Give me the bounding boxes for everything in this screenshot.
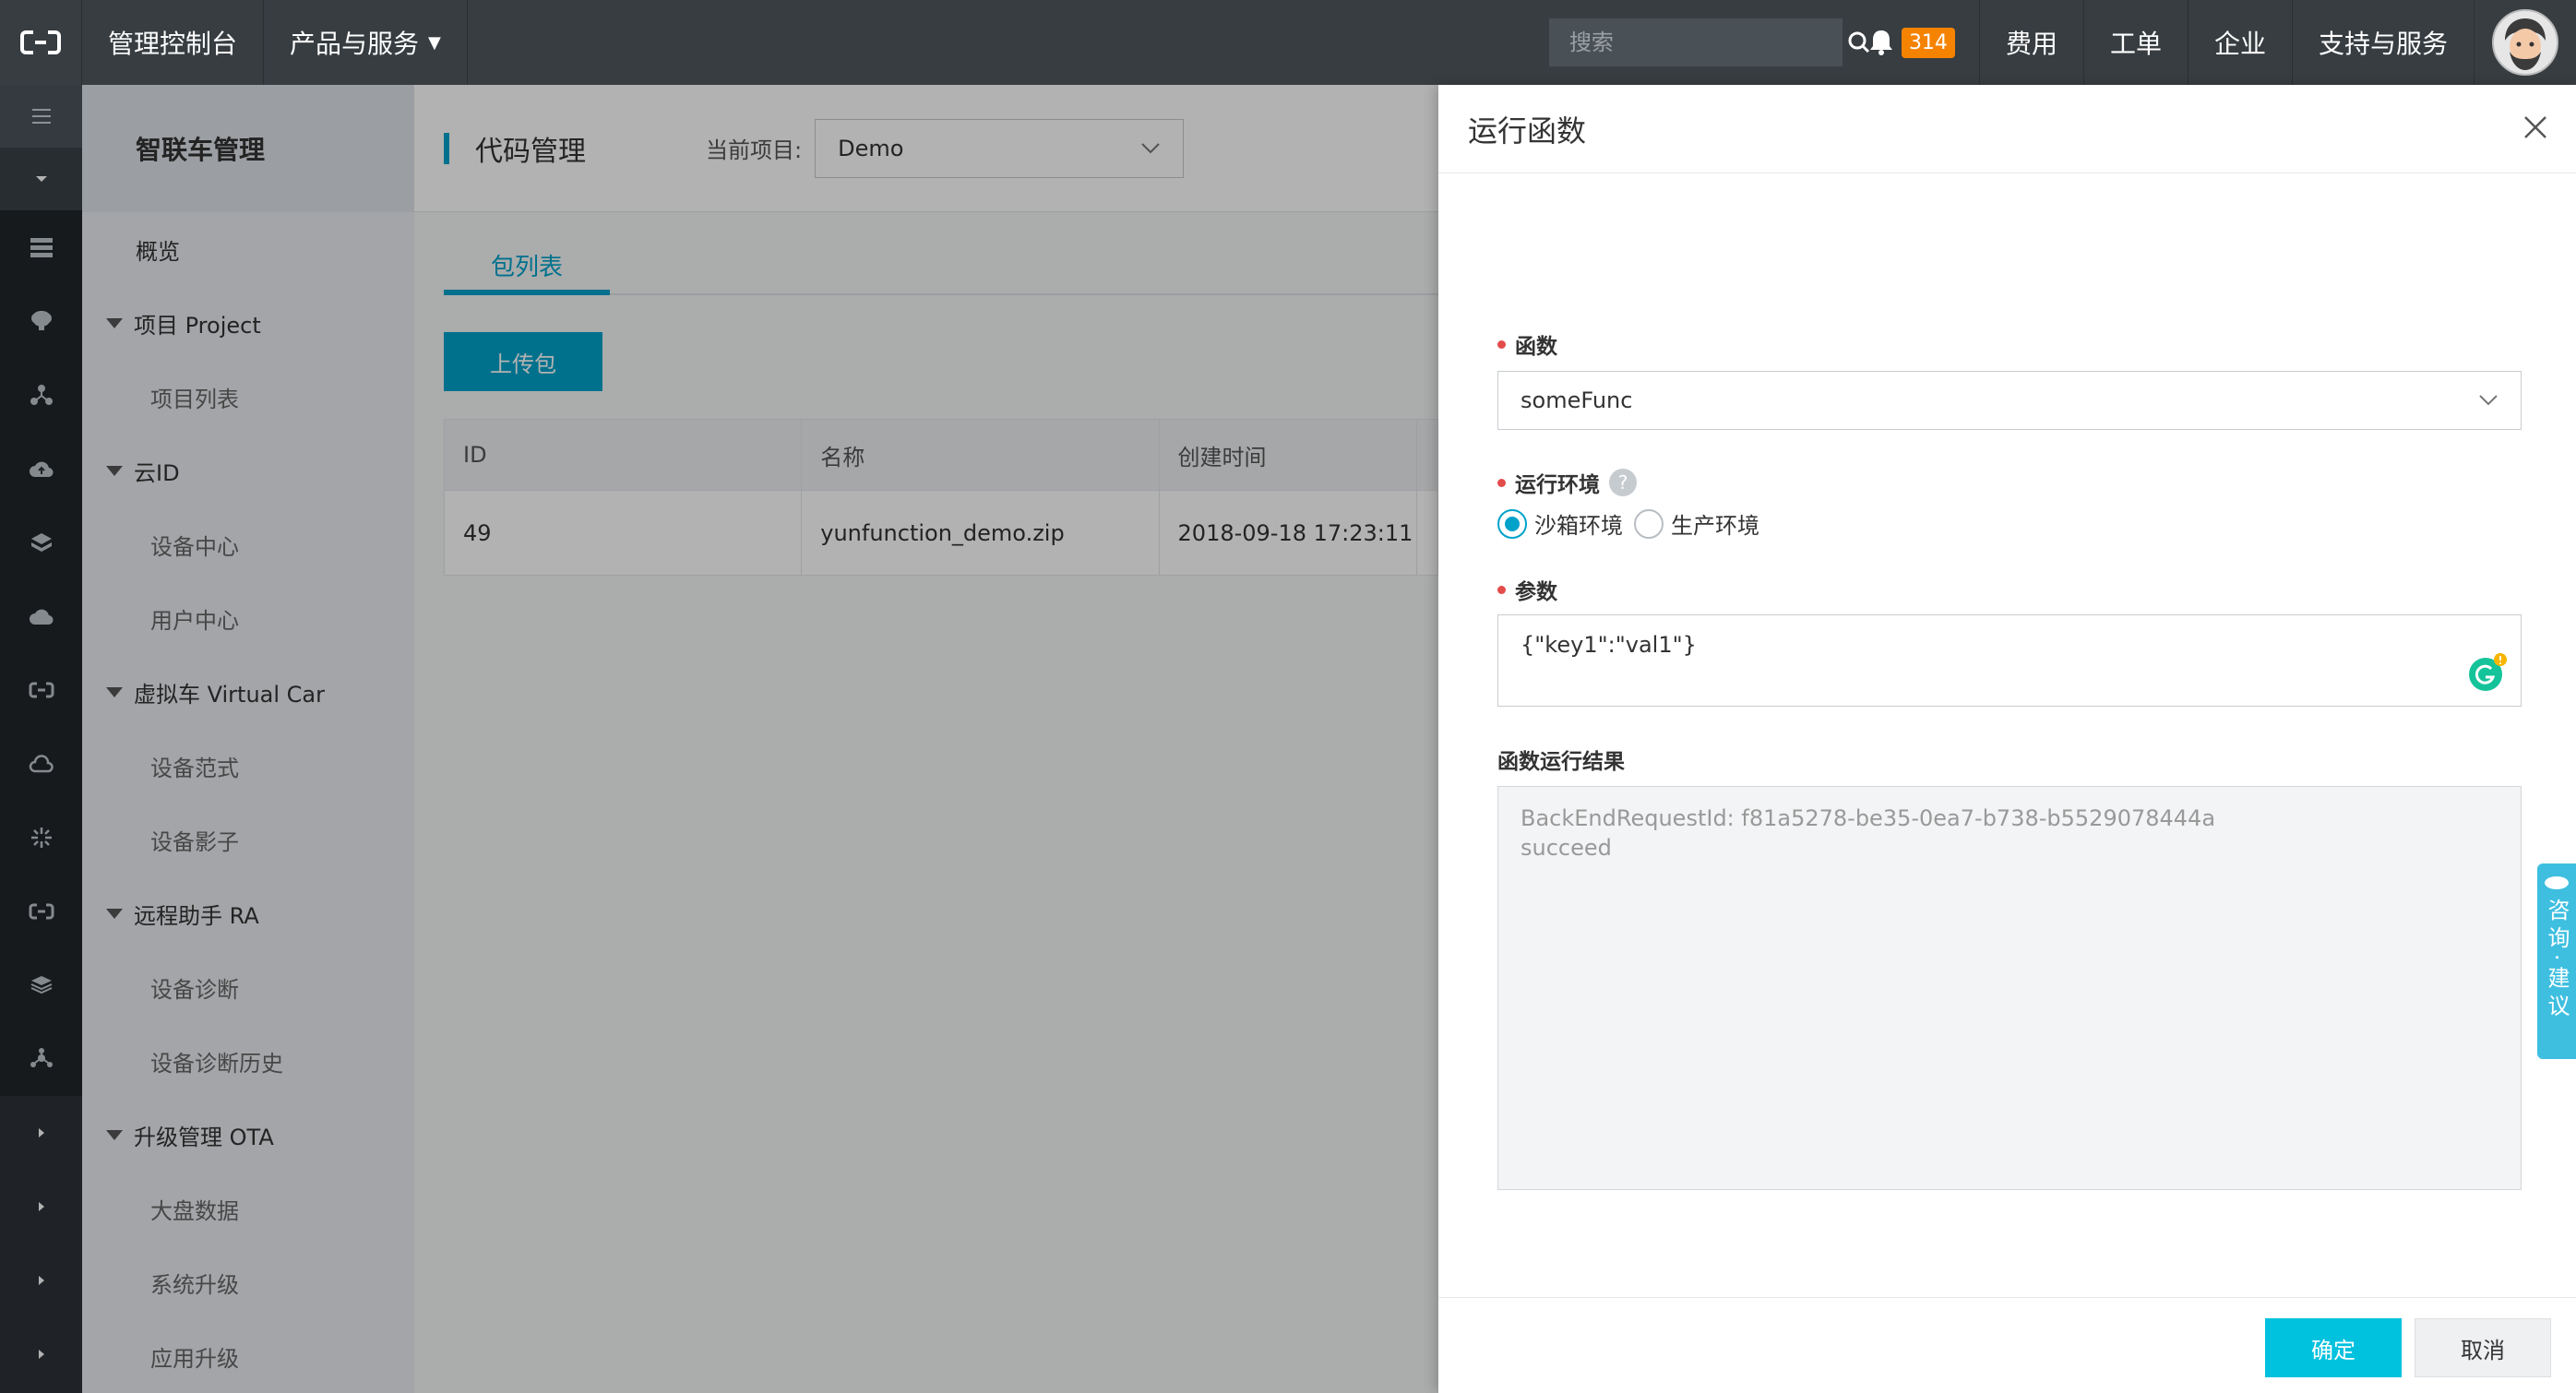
products-label: 产品与服务 [290, 29, 420, 59]
consult-feedback-tab[interactable]: 咨询·建议 [2537, 863, 2576, 1059]
chevron-down-icon [2479, 395, 2498, 406]
top-bar: 管理控制台 产品与服务 ▼ 314 费用 工单 企业 支持与服务 [0, 0, 2576, 85]
radio-sandbox[interactable] [1497, 508, 1527, 539]
modal-overlay[interactable] [0, 85, 1438, 1393]
close-icon[interactable] [2522, 114, 2548, 144]
help-icon[interactable]: ? [1609, 469, 1637, 496]
notification-badge: 314 [1901, 27, 1955, 58]
result-status: succeed [1521, 835, 1612, 861]
topbar-link-label: 工单 [2109, 29, 2162, 59]
function-select[interactable]: someFunc [1497, 371, 2522, 430]
result-request-id: BackEndRequestId: f81a5278-be35-0ea7-b73… [1521, 805, 2216, 831]
required-dot-icon [1497, 478, 1506, 487]
topbar-link-billing[interactable]: 费用 [1980, 0, 2084, 85]
caret-down-icon: ▼ [428, 32, 441, 53]
notifications-button[interactable]: 314 [1868, 0, 1980, 85]
products-menu[interactable]: 产品与服务 ▼ [264, 0, 468, 85]
env-label-text: 运行环境 [1515, 473, 1600, 497]
radio-production-label[interactable]: 生产环境 [1671, 507, 1759, 540]
consult-label: 咨询·建议 [2544, 899, 2570, 1022]
run-function-dialog: 运行函数 函数 someFunc 运行环境 ? 沙箱环境 生产环境 参数 {"k… [1438, 85, 2576, 1393]
required-dot-icon [1497, 339, 1506, 349]
confirm-button[interactable]: 确定 [2265, 1318, 2402, 1377]
search-input[interactable] [1548, 18, 1846, 66]
env-radio-group: 沙箱环境 生产环境 [1497, 507, 1759, 540]
topbar-link-label: 支持与服务 [2318, 29, 2448, 59]
params-label: 参数 [1497, 574, 1557, 605]
result-output: BackEndRequestId: f81a5278-be35-0ea7-b73… [1497, 786, 2522, 1190]
env-label: 运行环境 ? [1497, 467, 1637, 498]
dialog-title: 运行函数 [1468, 113, 1587, 149]
topbar-link-label: 企业 [2213, 29, 2266, 59]
bell-icon [1869, 30, 1892, 55]
dialog-header: 运行函数 [1438, 85, 2576, 173]
function-label-text: 函数 [1515, 335, 1557, 359]
params-label-text: 参数 [1515, 580, 1557, 604]
user-avatar[interactable] [2475, 0, 2576, 85]
required-dot-icon [1497, 585, 1506, 594]
function-label: 函数 [1497, 328, 1557, 360]
search-icon[interactable] [1845, 18, 1871, 66]
radio-sandbox-label[interactable]: 沙箱环境 [1534, 507, 1623, 540]
result-label: 函数运行结果 [1497, 750, 1625, 774]
params-textarea[interactable]: {"key1":"val1"} [1497, 614, 2522, 707]
topbar-link-support[interactable]: 支持与服务 [2293, 0, 2475, 85]
params-value: {"key1":"val1"} [1521, 632, 1697, 658]
dialog-footer: 确定 取消 [1438, 1297, 2576, 1393]
topbar-link-tickets[interactable]: 工单 [2084, 0, 2188, 85]
grammarly-icon[interactable] [2467, 652, 2508, 693]
topbar-link-enterprise[interactable]: 企业 [2188, 0, 2293, 85]
console-link[interactable]: 管理控制台 [82, 0, 265, 85]
search-box [1548, 18, 1869, 66]
radio-production[interactable] [1634, 508, 1664, 539]
console-logo-icon[interactable] [0, 0, 82, 85]
chat-icon [2545, 876, 2569, 889]
function-select-value: someFunc [1521, 387, 1633, 413]
cancel-button[interactable]: 取消 [2415, 1318, 2551, 1377]
console-label: 管理控制台 [108, 29, 238, 59]
topbar-link-label: 费用 [2005, 29, 2057, 59]
